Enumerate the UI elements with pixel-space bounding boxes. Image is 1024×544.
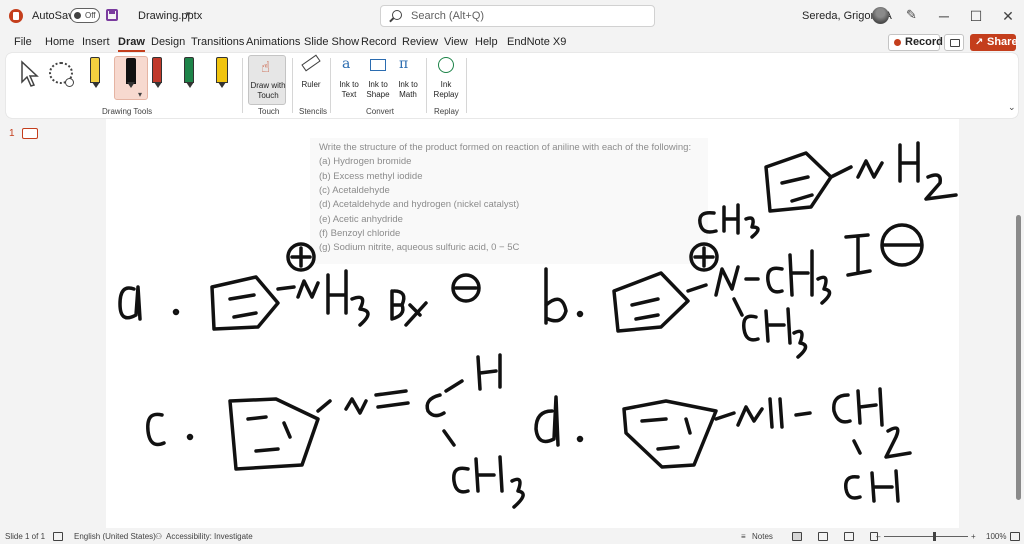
zoom-level[interactable]: 100% bbox=[986, 532, 1006, 541]
notes-icon: ≡ bbox=[741, 532, 746, 541]
ink-replay-label: Ink Replay bbox=[433, 80, 459, 99]
ruler-icon bbox=[301, 54, 321, 72]
minimize-button[interactable]: ─ bbox=[928, 0, 960, 32]
language[interactable]: English (United States) bbox=[74, 532, 156, 541]
group-touch: Touch bbox=[258, 107, 280, 116]
pen-icon[interactable]: ✎ bbox=[906, 8, 920, 22]
lasso-select-icon[interactable] bbox=[49, 62, 74, 87]
pen-black-icon bbox=[126, 58, 136, 88]
tab-home[interactable]: Home bbox=[45, 36, 74, 48]
ink-to-text-label: Ink to Text bbox=[339, 80, 359, 99]
pen-green-icon[interactable] bbox=[184, 57, 194, 88]
scrollbar-thumb[interactable] bbox=[1016, 215, 1021, 500]
zoom-in-icon[interactable]: + bbox=[971, 532, 976, 541]
slide-count: Slide 1 of 1 bbox=[5, 532, 46, 541]
draw-with-touch-button[interactable]: ☝ Draw with Touch bbox=[248, 55, 286, 105]
tab-file[interactable]: File bbox=[14, 36, 32, 48]
group-divider bbox=[466, 58, 467, 113]
ink-to-shape-button[interactable]: Ink to Shape bbox=[365, 55, 391, 103]
tab-animations[interactable]: Animations bbox=[246, 36, 300, 48]
group-divider bbox=[242, 58, 243, 113]
notes-button[interactable]: Notes bbox=[752, 532, 773, 541]
close-button[interactable]: ✕ bbox=[992, 0, 1024, 32]
tab-slide-show[interactable]: Slide Show bbox=[304, 36, 359, 48]
accessibility-icon: ⚇ bbox=[155, 532, 163, 541]
search-placeholder: Search (Alt+Q) bbox=[411, 10, 485, 22]
fit-to-window-icon[interactable] bbox=[1010, 532, 1020, 541]
spelling-icon[interactable] bbox=[53, 532, 63, 541]
slide-sorter-icon[interactable] bbox=[818, 532, 828, 541]
group-divider bbox=[330, 58, 331, 113]
pen-black-selected[interactable]: ▾ bbox=[114, 56, 148, 100]
ink-to-math-button[interactable]: π Ink to Math bbox=[394, 55, 420, 103]
handwritten-ink-drawing[interactable] bbox=[106, 119, 959, 528]
search-icon bbox=[392, 10, 402, 20]
tab-review[interactable]: Review bbox=[402, 36, 438, 48]
zoom-slider-thumb[interactable] bbox=[933, 532, 936, 541]
tab-record[interactable]: Record bbox=[361, 36, 396, 48]
ribbon-tabs: File Home Insert Draw Design Transitions… bbox=[0, 32, 1024, 52]
group-convert: Convert bbox=[366, 107, 395, 116]
zoom-out-icon[interactable]: – bbox=[876, 532, 880, 541]
maximize-button[interactable]: ☐ bbox=[960, 0, 992, 32]
search-input[interactable]: Search (Alt+Q) bbox=[380, 5, 655, 27]
chevron-down-icon[interactable]: ▾ bbox=[186, 9, 191, 20]
autosave-toggle[interactable]: Off bbox=[70, 8, 100, 23]
status-bar: Slide 1 of 1 English (United States) ⚇ A… bbox=[0, 529, 1024, 544]
group-replay: Replay bbox=[434, 107, 459, 116]
share-button[interactable]: Share bbox=[970, 34, 1018, 51]
tab-design[interactable]: Design bbox=[151, 36, 185, 48]
document-title[interactable]: Drawing.pptx bbox=[138, 10, 202, 22]
play-icon bbox=[438, 57, 454, 73]
tab-transitions[interactable]: Transitions bbox=[191, 36, 244, 48]
slide-number: 1 bbox=[9, 128, 15, 139]
ruler-label: Ruler bbox=[301, 80, 321, 89]
pen-red-icon[interactable] bbox=[152, 57, 162, 88]
avatar[interactable] bbox=[872, 7, 889, 24]
ribbon: ▾ Drawing Tools ☝ Draw with Touch Touch … bbox=[6, 53, 1018, 118]
touch-hand-icon: ☝ bbox=[261, 59, 271, 76]
highlighter-yellow-icon[interactable] bbox=[216, 57, 228, 88]
tab-view[interactable]: View bbox=[444, 36, 468, 48]
ink-replay-button[interactable]: Ink Replay bbox=[431, 55, 461, 103]
zoom-slider[interactable] bbox=[884, 536, 968, 537]
reading-view-icon[interactable] bbox=[844, 532, 854, 541]
slide-canvas[interactable]: Write the structure of the product forme… bbox=[106, 119, 959, 528]
group-drawing-tools: Drawing Tools bbox=[102, 107, 153, 116]
ink-to-shape-icon bbox=[370, 59, 386, 71]
record-button[interactable]: Record bbox=[888, 34, 943, 51]
tab-help[interactable]: Help bbox=[475, 36, 498, 48]
slide-thumbnail[interactable] bbox=[22, 128, 38, 139]
accessibility-status[interactable]: Accessibility: Investigate bbox=[166, 532, 253, 541]
ink-to-shape-label: Ink to Shape bbox=[366, 80, 390, 99]
select-cursor-icon[interactable] bbox=[19, 60, 41, 88]
tab-draw[interactable]: Draw bbox=[118, 36, 145, 52]
group-divider bbox=[292, 58, 293, 113]
ruler-button[interactable]: Ruler bbox=[298, 54, 324, 103]
save-icon[interactable] bbox=[106, 9, 118, 21]
vertical-scrollbar[interactable] bbox=[1014, 120, 1022, 526]
pencil-yellow-icon[interactable] bbox=[90, 57, 100, 88]
comments-button[interactable] bbox=[944, 34, 964, 51]
ink-to-text-icon: a bbox=[342, 56, 351, 72]
draw-with-touch-label: Draw with Touch bbox=[250, 81, 286, 100]
powerpoint-icon bbox=[9, 9, 23, 23]
chevron-down-icon[interactable]: ▾ bbox=[138, 90, 142, 99]
group-divider bbox=[426, 58, 427, 113]
pi-icon: π bbox=[399, 56, 409, 72]
ribbon-collapse-icon[interactable]: ⌄ bbox=[1008, 102, 1016, 113]
tab-insert[interactable]: Insert bbox=[82, 36, 110, 48]
group-stencils: Stencils bbox=[299, 107, 328, 116]
ink-to-math-label: Ink to Math bbox=[398, 80, 418, 99]
tab-endnote[interactable]: EndNote X9 bbox=[507, 36, 566, 48]
title-bar: AutoSave Off Drawing.pptx ▾ Search (Alt+… bbox=[0, 0, 1024, 32]
normal-view-icon[interactable] bbox=[792, 532, 802, 541]
ink-to-text-button[interactable]: a Ink to Text bbox=[336, 55, 362, 103]
